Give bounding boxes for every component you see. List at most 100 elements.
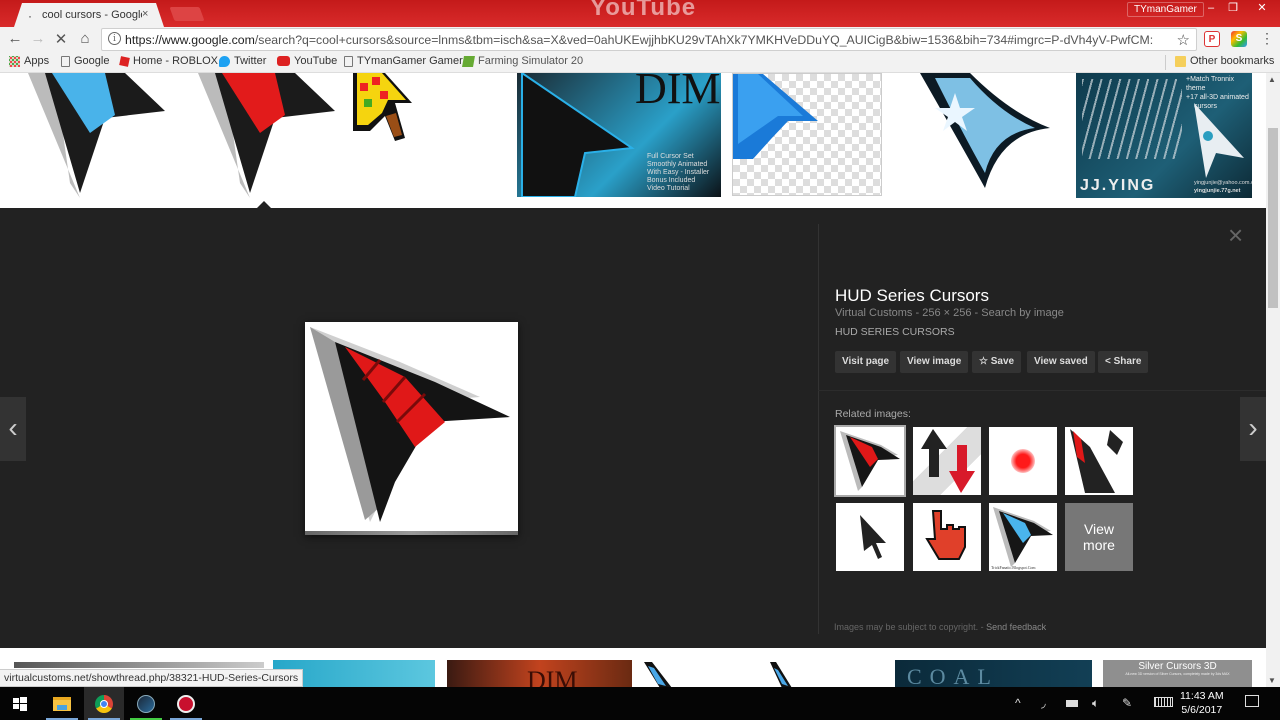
thumb-dim-cursor-set[interactable]: DIM Full Cursor Set Smoothly Animated Wi… — [517, 73, 721, 197]
s-extension-icon[interactable]: S — [1231, 31, 1247, 47]
start-button[interactable] — [0, 687, 40, 720]
related-image-red-hud[interactable] — [834, 425, 906, 497]
arrow-right-icon[interactable]: → — [29, 30, 47, 47]
restore-button[interactable]: ❐ — [1222, 1, 1244, 17]
black-arrow-mini — [860, 515, 886, 559]
thumb-star-trek-cursor[interactable] — [900, 73, 1060, 197]
url-text[interactable]: https://www.google.com/search?q=cool+cur… — [125, 33, 1153, 47]
close-viewer-icon[interactable]: × — [1228, 222, 1243, 248]
bookmark-apps[interactable]: Apps — [9, 55, 49, 67]
pixel-cursor-image — [353, 73, 412, 141]
taskbar-steam[interactable] — [126, 687, 166, 720]
bookmark-youtube[interactable]: YouTube — [277, 55, 337, 67]
thumb-red-hud-cursor[interactable] — [180, 73, 350, 208]
thumb-pixel-blue-cursor-1[interactable] — [642, 660, 682, 687]
thumb-dim-banner[interactable]: DIM — [447, 660, 632, 687]
home-icon[interactable]: ⌂ — [76, 30, 94, 47]
thumb-blue-hud-cursor[interactable] — [0, 73, 180, 208]
bookmark-google[interactable]: Google — [61, 55, 109, 67]
bookmark-farming-simulator[interactable]: Farming Simulator 20 — [462, 55, 583, 67]
browser-tab[interactable]: · cool cursors - Google Se × — [14, 3, 164, 27]
up-down-arrows-mini — [921, 429, 975, 493]
related-image-feather-arrow[interactable] — [1065, 427, 1133, 495]
blue-pixel-arrow-image — [733, 74, 818, 159]
scroll-up-icon[interactable]: ▲ — [1268, 75, 1276, 84]
taskbar-chrome[interactable] — [84, 687, 124, 720]
battery-icon[interactable] — [1066, 696, 1078, 710]
dim-title: DIM — [635, 73, 721, 113]
related-image-red-dot[interactable] — [989, 427, 1057, 495]
next-image-button[interactable]: › — [1240, 397, 1266, 461]
share-icon: < — [1105, 356, 1111, 367]
thumb-pixel-cursor[interactable] — [350, 73, 420, 208]
tronnix-contact: yingjunjie@yahoo.com.cn yingjunjie.77g.n… — [1194, 179, 1252, 195]
related-image-red-hand[interactable] — [913, 503, 981, 571]
volume-icon[interactable]: 🔈︎ — [1092, 696, 1099, 711]
previous-image-button[interactable]: ‹ — [0, 397, 26, 461]
main-preview-image[interactable] — [305, 322, 518, 535]
action-center-icon[interactable] — [1245, 695, 1259, 710]
bookmark-roblox[interactable]: Home - ROBLOX — [119, 55, 218, 67]
pdf-extension-icon[interactable]: P — [1204, 31, 1220, 47]
thumb-tronnix-cursors[interactable]: +Match Tronnix theme +17 all-3D animated… — [1076, 73, 1252, 198]
menu-icon[interactable]: ⋮ — [1258, 30, 1276, 47]
bookmark-tymangamer[interactable]: TYmanGamer Gamer — [344, 55, 463, 67]
thumb-silver-cursors-3d[interactable]: Silver Cursors 3D All-new 3D version of … — [1103, 660, 1252, 687]
thumb-coal-cursors[interactable]: COAL — [895, 660, 1092, 687]
close-window-button[interactable]: ✕ — [1248, 1, 1276, 17]
wifi-icon[interactable]: ◞ — [1041, 696, 1046, 710]
scroll-down-icon[interactable]: ▼ — [1268, 676, 1276, 685]
share-button[interactable]: < Share — [1098, 351, 1149, 373]
keyboard-icon[interactable] — [1154, 696, 1173, 710]
folder-icon — [1175, 55, 1186, 67]
view-image-button[interactable]: View image — [900, 351, 969, 373]
copyright-notice: Images may be subject to copyright. - Se… — [834, 622, 1046, 632]
copyright-text: Images may be subject to copyright. — [834, 622, 979, 632]
page-scrollbar[interactable]: ▲ ▼ — [1266, 73, 1280, 687]
bookmarks-divider — [1165, 55, 1166, 70]
bookmark-other[interactable]: Other bookmarks — [1175, 55, 1274, 67]
send-feedback-link[interactable]: Send feedback — [986, 622, 1046, 632]
bookmark-twitter[interactable]: Twitter — [219, 55, 266, 67]
related-image-black-arrow[interactable] — [836, 503, 904, 571]
arrow-left-icon[interactable]: ← — [6, 30, 24, 47]
search-by-image-link[interactable]: Search by image — [981, 307, 1064, 319]
view-more-button[interactable]: View more — [1065, 503, 1133, 571]
dim-line: Smoothly Animated — [647, 161, 708, 168]
red-hud-cursor-large — [310, 327, 510, 522]
visit-page-button[interactable]: Visit page — [835, 351, 897, 373]
thumb-blue-pixel-arrow[interactable] — [732, 73, 882, 196]
related-image-blue-hud[interactable]: TrickFanatic.Blogspot.Com — [989, 503, 1057, 571]
bookmark-label: Home - ROBLOX — [133, 55, 218, 67]
stop-icon[interactable]: ✕ — [52, 30, 70, 48]
pen-icon[interactable]: ✎ — [1122, 696, 1132, 710]
minimize-button[interactable]: – — [1200, 1, 1222, 17]
scroll-thumb[interactable] — [1268, 128, 1278, 308]
silver-cursors-title: Silver Cursors 3D — [1138, 661, 1217, 672]
related-image-up-down-arrows[interactable] — [913, 427, 981, 495]
tab-close-icon[interactable]: × — [142, 8, 148, 20]
save-button[interactable]: ☆ Save — [972, 351, 1022, 373]
view-saved-button[interactable]: View saved — [1027, 351, 1095, 373]
address-bar[interactable]: i https://www.google.com/search?q=cool+c… — [101, 28, 1197, 51]
blue-hud-caption: TrickFanatic.Blogspot.Com — [991, 565, 1036, 570]
bookmark-label: Other bookmarks — [1190, 55, 1275, 67]
bookmark-label: YouTube — [294, 55, 338, 67]
bookmark-star-icon[interactable]: ☆ — [1177, 31, 1190, 49]
image-title[interactable]: HUD Series Cursors — [835, 286, 989, 306]
taskbar-record-app[interactable] — [166, 687, 206, 720]
tronnix-email: yingjunjie@yahoo.com.cn — [1194, 180, 1252, 186]
navigation-bar: ← → ✕ ⌂ i https://www.google.com/search?… — [0, 27, 1280, 52]
thumb-pixel-blue-cursor-2[interactable] — [768, 660, 808, 687]
profile-button[interactable]: TYmanGamer — [1127, 2, 1204, 17]
system-clock[interactable]: 11:43 AM 5/6/2017 — [1180, 689, 1224, 717]
new-tab-button[interactable] — [169, 7, 205, 21]
info-icon[interactable]: i — [108, 32, 121, 45]
show-hidden-icons-icon[interactable]: ^ — [1015, 696, 1021, 710]
image-source-link[interactable]: Virtual Customs — [835, 307, 912, 319]
star-trek-cursor-image — [920, 73, 1050, 188]
image-loading-bar — [305, 531, 518, 535]
silver-cursors-subtitle: All-new 3D version of Silver Cursors, co… — [1125, 672, 1230, 676]
thumb-grey-gradient[interactable] — [14, 662, 264, 668]
taskbar-file-explorer[interactable] — [42, 687, 82, 720]
